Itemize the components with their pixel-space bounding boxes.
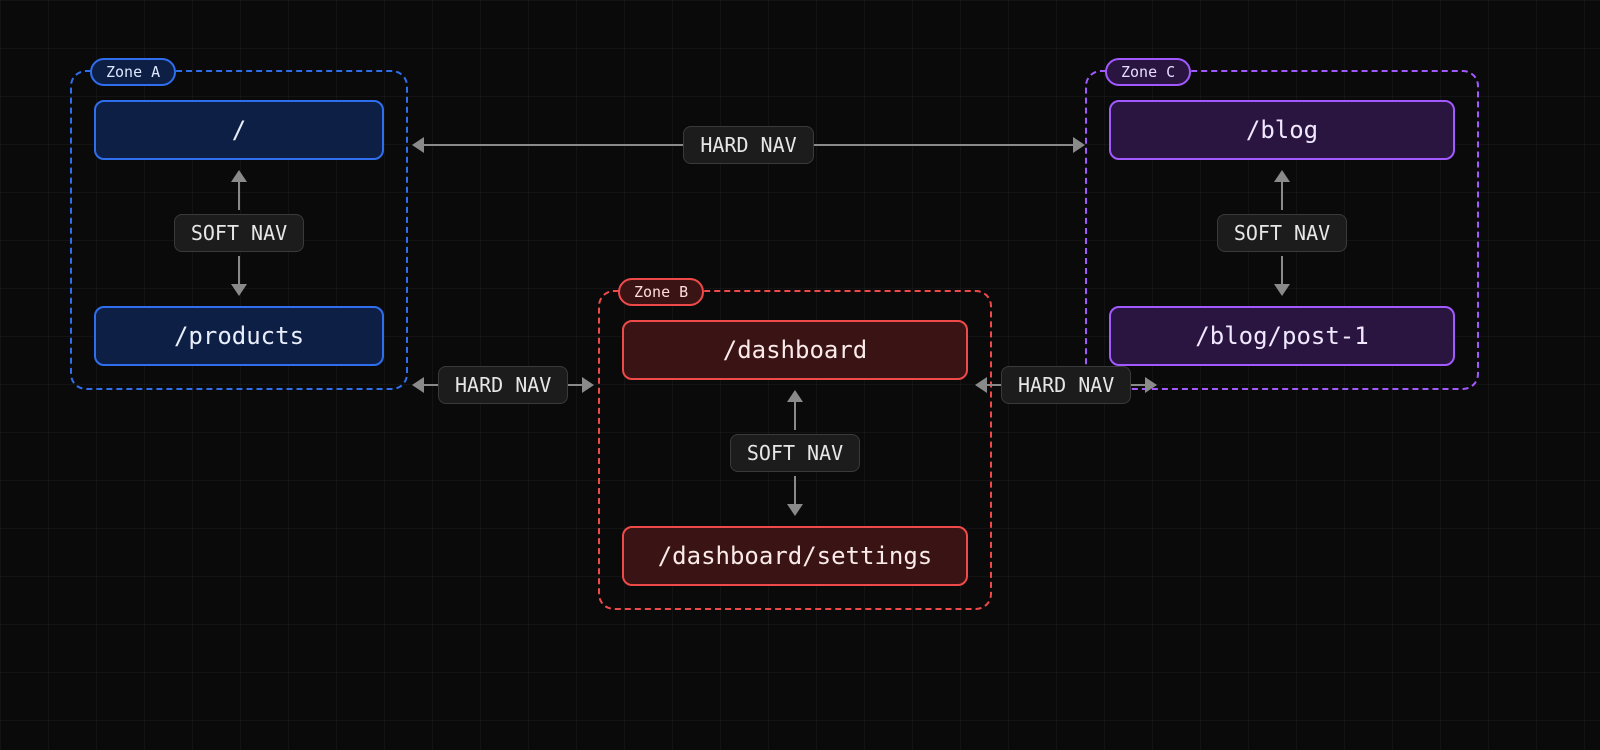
- arrowhead-up-icon: [787, 390, 803, 402]
- route-blog-post-1: /blog/post-1: [1109, 306, 1455, 366]
- connector-stem: [424, 384, 438, 386]
- zone-c-label: Zone C: [1105, 58, 1191, 86]
- soft-nav-connector-b: SOFT NAV: [730, 390, 860, 516]
- hard-nav-label-a-b: HARD NAV: [438, 366, 568, 404]
- route-root: /: [94, 100, 384, 160]
- arrowhead-left-icon: [412, 377, 424, 393]
- soft-nav-label-a: SOFT NAV: [174, 214, 304, 252]
- zone-b-label: Zone B: [618, 278, 704, 306]
- zone-a-label: Zone A: [90, 58, 176, 86]
- hard-nav-label-b-c: HARD NAV: [1001, 366, 1131, 404]
- soft-nav-label-c: SOFT NAV: [1217, 214, 1347, 252]
- soft-nav-connector-a: SOFT NAV: [174, 170, 304, 296]
- route-blog: /blog: [1109, 100, 1455, 160]
- soft-nav-label-b: SOFT NAV: [730, 434, 860, 472]
- hard-nav-connector-b-c: HARD NAV: [975, 366, 1085, 404]
- arrowhead-up-icon: [1274, 170, 1290, 182]
- connector-stem: [794, 476, 796, 504]
- arrowhead-down-icon: [231, 284, 247, 296]
- connector-stem: [238, 256, 240, 284]
- arrowhead-down-icon: [1274, 284, 1290, 296]
- hard-nav-connector-a-c: HARD NAV: [412, 126, 1085, 164]
- zone-a: Zone A / SOFT NAV /products: [70, 70, 408, 390]
- connector-stem: [814, 144, 1073, 146]
- connector-stem: [987, 384, 1001, 386]
- arrowhead-right-icon: [1145, 377, 1157, 393]
- arrowhead-down-icon: [787, 504, 803, 516]
- connector-stem: [238, 182, 240, 210]
- connector-stem: [794, 402, 796, 430]
- zone-c: Zone C /blog SOFT NAV /blog/post-1: [1085, 70, 1479, 390]
- zone-b: Zone B /dashboard SOFT NAV /dashboard/se…: [598, 290, 992, 610]
- route-dashboard: /dashboard: [622, 320, 968, 380]
- route-dashboard-settings: /dashboard/settings: [622, 526, 968, 586]
- route-products: /products: [94, 306, 384, 366]
- connector-stem: [424, 144, 683, 146]
- arrowhead-left-icon: [412, 137, 424, 153]
- arrowhead-right-icon: [1073, 137, 1085, 153]
- connector-stem: [568, 384, 582, 386]
- arrowhead-right-icon: [582, 377, 594, 393]
- arrowhead-left-icon: [975, 377, 987, 393]
- hard-nav-label-a-c: HARD NAV: [683, 126, 813, 164]
- connector-stem: [1281, 182, 1283, 210]
- connector-stem: [1281, 256, 1283, 284]
- arrowhead-up-icon: [231, 170, 247, 182]
- connector-stem: [1131, 384, 1145, 386]
- hard-nav-connector-a-b: HARD NAV: [412, 366, 598, 404]
- soft-nav-connector-c: SOFT NAV: [1217, 170, 1347, 296]
